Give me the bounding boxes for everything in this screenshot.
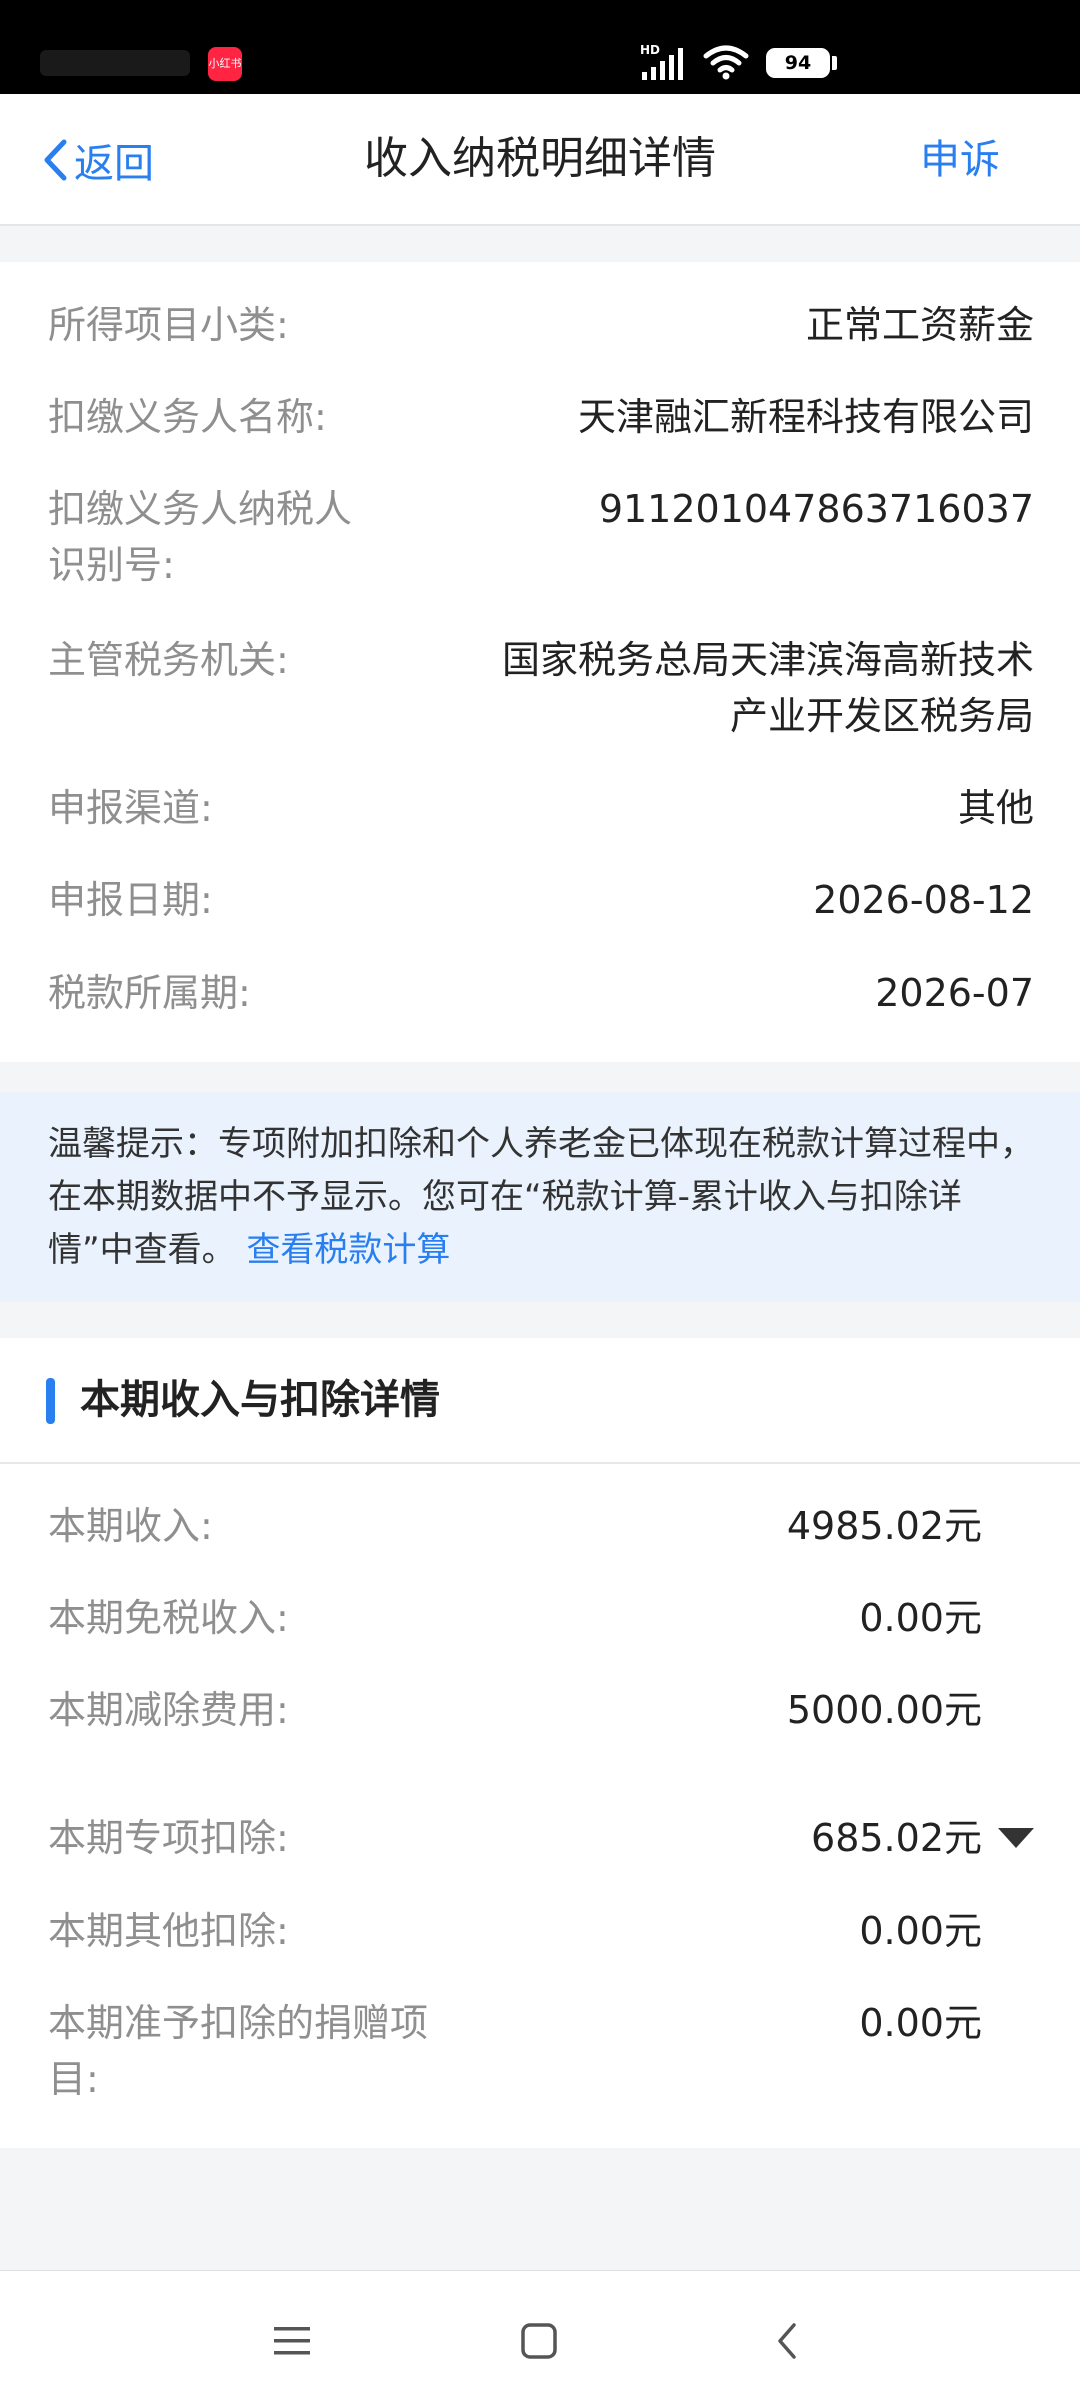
detail-row: 扣缴义务人名称: 天津融汇新程科技有限公司 [48, 389, 1034, 445]
income-label: 本期专项扣除: [48, 1816, 289, 1860]
battery-level: 94 [769, 51, 827, 75]
detail-label: 申报渠道: [48, 786, 213, 830]
income-row: 本期减除费用: 5000.00元 [48, 1682, 1034, 1738]
income-value: 0.00元 [859, 1909, 982, 1953]
tip-notice: 温馨提示：专项附加扣除和个人养老金已体现在税款计算过程中，在本期数据中不予显示。… [0, 1092, 1080, 1302]
income-label: 本期准予扣除的捐赠项 [48, 2001, 429, 2045]
back-icon[interactable] [757, 2311, 817, 2371]
svg-text:HD: HD [640, 43, 660, 57]
back-label: 返回 [74, 141, 154, 187]
section-title: 本期收入与扣除详情 [80, 1377, 440, 1423]
tax-detail-card: 所得项目小类: 正常工资薪金 扣缴义务人名称: 天津融汇新程科技有限公司 扣缴义… [0, 262, 1080, 1062]
home-icon[interactable] [509, 2311, 569, 2371]
income-label-line2: 目: [48, 2057, 99, 2101]
income-label: 本期收入: [48, 1504, 213, 1548]
income-value: 0.00元 [859, 1596, 982, 1640]
special-deduction-row[interactable]: 本期专项扣除: 685.02元 [48, 1810, 1034, 1866]
detail-label: 所得项目小类: [48, 303, 289, 347]
appeal-button[interactable]: 申诉 [920, 130, 1000, 190]
detail-row: 扣缴义务人纳税人 识别号: 911201047863716037 [48, 481, 1034, 593]
income-value: 5000.00元 [786, 1688, 982, 1732]
detail-value: 2026-07 [875, 971, 1034, 1015]
page-header: 收入纳税明细详情 返回 申诉 [0, 94, 1080, 226]
income-value: 4985.02元 [786, 1504, 982, 1548]
income-row: 本期免税收入: 0.00元 [48, 1590, 1034, 1646]
detail-label: 扣缴义务人名称: [48, 395, 327, 439]
wifi-icon [702, 44, 750, 84]
divider [0, 1462, 1080, 1464]
detail-label: 主管税务机关: [48, 638, 289, 682]
detail-value: 天津融汇新程科技有限公司 [577, 395, 1034, 439]
income-row: 本期收入: 4985.02元 [48, 1498, 1034, 1554]
chevron-left-icon [44, 139, 67, 181]
system-nav-bar [0, 2270, 1080, 2401]
income-row: 本期其他扣除: 0.00元 [48, 1903, 1034, 1959]
detail-label: 扣缴义务人纳税人 [48, 487, 353, 531]
income-label: 本期免税收入: [48, 1596, 289, 1640]
app-badge-icon: 小红书 [208, 47, 242, 81]
menu-icon[interactable] [262, 2311, 322, 2371]
detail-label-line2: 识别号: [48, 543, 175, 587]
page-title: 收入纳税明细详情 [364, 133, 716, 184]
caret-down-icon[interactable] [998, 1828, 1034, 1848]
tip-message: 温馨提示：专项附加扣除和个人养老金已体现在税款计算过程中，在本期数据中不予显示。… [48, 1124, 1034, 1270]
back-button[interactable]: 返回 [42, 130, 154, 190]
income-label: 本期其他扣除: [48, 1909, 289, 1953]
view-tax-calculation-link[interactable]: 查看税款计算 [246, 1230, 450, 1270]
detail-label: 税款所属期: [48, 971, 251, 1015]
detail-value: 其他 [957, 786, 1034, 830]
detail-row: 税款所属期: 2026-07 [48, 965, 1034, 1021]
detail-label: 申报日期: [48, 878, 213, 922]
detail-value: 国家税务总局天津滨海高新技术 [501, 638, 1034, 682]
detail-value: 911201047863716037 [598, 487, 1034, 531]
battery-tip [832, 56, 837, 70]
battery-icon: 94 [766, 48, 830, 78]
detail-row: 所得项目小类: 正常工资薪金 [48, 297, 1034, 353]
detail-row: 申报日期: 2026-08-12 [48, 872, 1034, 928]
detail-value-line2: 产业开发区税务局 [729, 694, 1034, 738]
status-bar: 小红书 HD 94 [0, 0, 1080, 94]
income-label: 本期减除费用: [48, 1688, 289, 1732]
status-notification-area [40, 50, 190, 76]
signal-icon: HD [640, 42, 692, 86]
income-value: 685.02元 [811, 1816, 982, 1860]
section-accent-bar [46, 1378, 55, 1424]
detail-value: 2026-08-12 [813, 878, 1034, 922]
income-value: 0.00元 [859, 2001, 982, 2045]
detail-value: 正常工资薪金 [805, 303, 1034, 347]
income-row: 本期准予扣除的捐赠项 目: 0.00元 [48, 1995, 1034, 2107]
tip-text: 温馨提示：专项附加扣除和个人养老金已体现在税款计算过程中，在本期数据中不予显示。… [48, 1118, 1038, 1277]
detail-row: 主管税务机关: 国家税务总局天津滨海高新技术 产业开发区税务局 [48, 632, 1034, 744]
income-deduction-card: 本期收入与扣除详情 本期收入: 4985.02元 本期免税收入: 0.00元 本… [0, 1338, 1080, 2148]
detail-row: 申报渠道: 其他 [48, 780, 1034, 836]
